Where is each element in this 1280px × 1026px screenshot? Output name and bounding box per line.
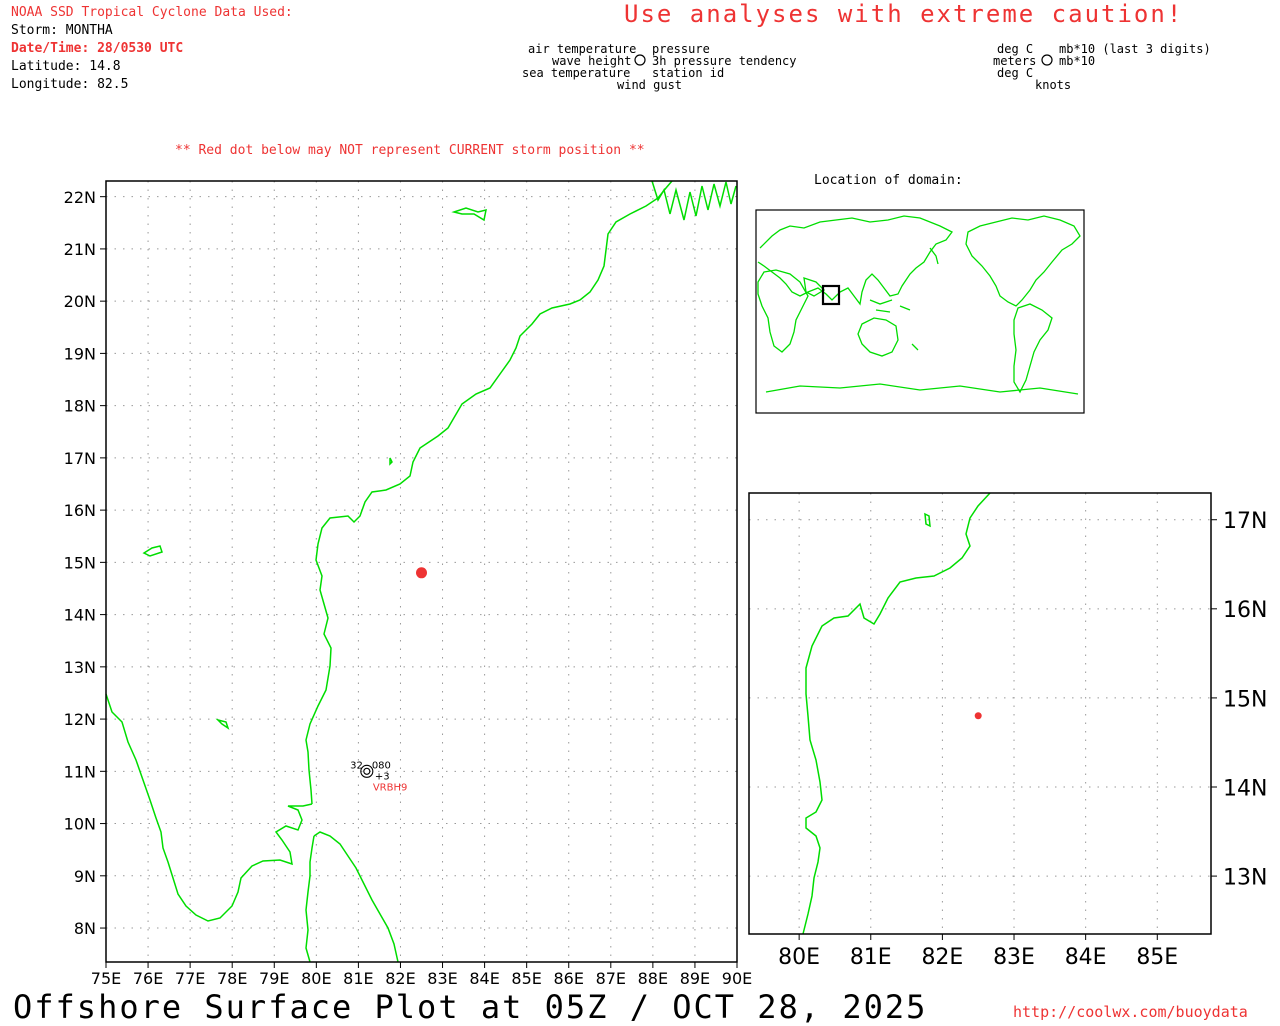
world-south-america (1013, 303, 1053, 394)
lon-tick-label: 90E (722, 969, 752, 988)
lon-tick-label: 76E (133, 969, 163, 988)
lat-tick-label: 14N (1223, 776, 1267, 801)
world-antarctica (765, 383, 1079, 395)
lat-tick-label: 13N (64, 658, 96, 677)
lat-tick-label: 21N (64, 240, 96, 259)
coast-india-east (305, 180, 673, 805)
lon-tick-label: 82E (921, 945, 963, 970)
lat-tick-label: 12N (64, 710, 96, 729)
lat-tick-label: 10N (64, 815, 96, 834)
map-canvas: 8N 9N 10N 11N 12N 13N 14N 15N 16N 17N 18N 19N 20N 21N… (64, 54, 1267, 988)
zoom-storm-position-marker[interactable] (974, 712, 982, 720)
source-url-link[interactable]: http://coolwx.com/buoydata (1013, 1003, 1248, 1021)
island-lakshadweep (142, 545, 163, 557)
lon-tick-label: 82E (385, 969, 415, 988)
zoom-map-lon-labels: 80E 81E 82E 83E 84E 85E (778, 934, 1178, 970)
lon-tick-label: 84E (1065, 945, 1107, 970)
storm-position-marker[interactable] (416, 567, 427, 579)
lon-tick-label: 78E (217, 969, 247, 988)
lon-tick-label: 80E (301, 969, 331, 988)
lon-tick-label: 84E (469, 969, 499, 988)
lat-tick-label: 16N (1223, 598, 1267, 623)
plot-title: Offshore Surface Plot at 05Z / OCT 28, 2… (13, 988, 928, 1026)
island-godavari (389, 457, 393, 466)
station-tendency: +3 (375, 771, 390, 782)
lat-tick-label: 22N (64, 188, 96, 207)
lat-tick-label: 17N (64, 449, 96, 468)
lon-tick-label: 79E (259, 969, 289, 988)
coast-sri-lanka (305, 831, 399, 963)
station-circle-inner (363, 767, 371, 775)
lon-tick-label: 89E (680, 969, 710, 988)
main-map: 8N 9N 10N 11N 12N 13N 14N 15N 16N 17N 18N 19N 20N 21N… (64, 180, 752, 988)
lon-tick-label: 83E (993, 945, 1035, 970)
world-africa (757, 269, 809, 353)
main-map-lat-labels: 8N 9N 10N 11N 12N 13N 14N 15N 16N 17N 18N 19N 20N 21N… (64, 188, 106, 938)
zoom-coast-east-india (802, 492, 991, 935)
lon-tick-label: 80E (778, 945, 820, 970)
legend-station-circle (634, 54, 646, 66)
lat-tick-label: 16N (64, 501, 96, 520)
world-north-america (965, 215, 1081, 307)
world-eurasia (757, 215, 953, 306)
lon-tick-label: 81E (343, 969, 373, 988)
island-andhra (451, 207, 487, 222)
zoom-map: 13N 14N 15N 16N 17N 80E 81E 82E 83E 84E 85E (748, 492, 1267, 970)
lat-tick-label: 17N (1223, 509, 1267, 534)
station-air-temp: 32 (350, 760, 363, 771)
legend-units-circle (1041, 54, 1053, 66)
lat-tick-label: 8N (74, 919, 96, 938)
lat-tick-label: 15N (64, 553, 96, 572)
lon-tick-label: 88E (638, 969, 668, 988)
lon-tick-label: 85E (511, 969, 541, 988)
coast-india-west (105, 693, 313, 922)
lat-tick-label: 20N (64, 292, 96, 311)
lon-tick-label: 86E (553, 969, 583, 988)
lat-tick-label: 14N (64, 606, 96, 625)
world-locator-map (755, 209, 1085, 414)
world-map-frame (755, 209, 1085, 414)
world-japan (929, 247, 939, 265)
main-map-lon-labels: 75E 76E 77E 78E 79E 80E 81E 82E 83E 84E 85E 86E 87E 8… (91, 962, 752, 988)
zoom-map-coastline (802, 492, 991, 935)
lon-tick-label: 87E (596, 969, 626, 988)
lat-tick-label: 19N (64, 344, 96, 363)
lon-tick-label: 75E (91, 969, 121, 988)
lat-tick-label: 15N (1223, 687, 1267, 712)
lat-tick-label: 13N (1223, 865, 1267, 890)
station-id-label: VRBH9 (373, 782, 408, 793)
lat-tick-label: 18N (64, 397, 96, 416)
island-small (215, 718, 230, 730)
lon-tick-label: 85E (1136, 945, 1178, 970)
lat-tick-label: 9N (74, 867, 96, 886)
world-map-coastlines (757, 215, 1081, 395)
world-australia (857, 317, 899, 357)
lon-tick-label: 77E (175, 969, 205, 988)
zoom-map-lat-labels: 13N 14N 15N 16N 17N (1211, 509, 1267, 890)
lon-tick-label: 81E (850, 945, 892, 970)
coast-ganges-delta (651, 180, 737, 221)
station-pressure: 080 (372, 760, 391, 771)
lat-tick-label: 11N (64, 762, 96, 781)
lon-tick-label: 83E (427, 969, 457, 988)
